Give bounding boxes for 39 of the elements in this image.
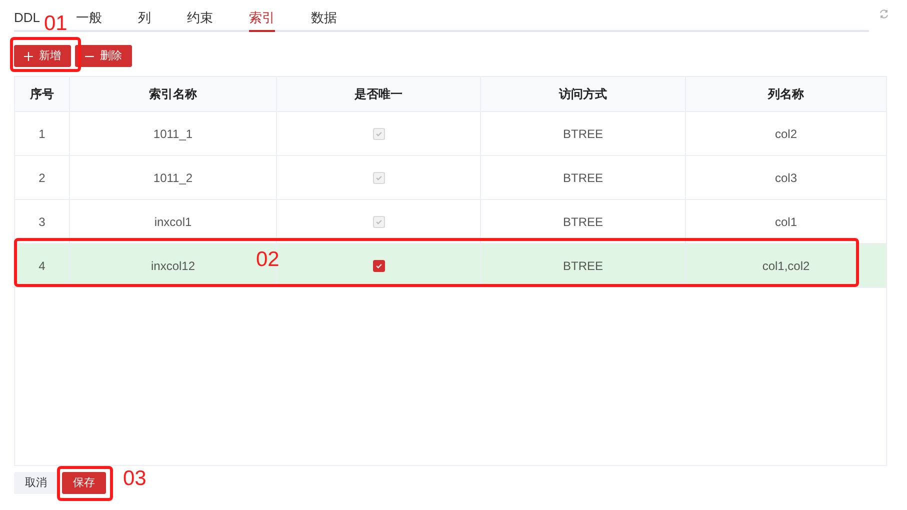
highlight-frame [10,37,81,72]
cancel-button[interactable]: 取消 [14,472,58,494]
tab[interactable]: 索引 [249,10,276,32]
highlight-frame [57,466,113,501]
table-cell-text: 1011_2 [153,170,193,186]
check-icon [374,262,382,270]
table-cell-text: 2 [38,170,46,186]
table-cell-text: inxcol1 [154,214,192,230]
table-cell-text: col2 [774,126,797,142]
tab[interactable]: 数据 [311,10,338,32]
table-cell-text: BTREE [562,258,603,274]
tab[interactable]: DDL [14,10,40,32]
delete-button[interactable]: 删除 [75,45,132,67]
plus-icon [24,52,33,60]
table-cell-text: BTREE [562,126,603,142]
unique-checkbox[interactable] [372,260,384,272]
column-header: 是否唯一 [354,86,402,103]
table-cell-text: col1 [774,214,797,230]
column-header: 索引名称 [149,86,197,103]
table-cell-text: col1,col2 [762,258,810,274]
table-cell-text: 3 [38,214,46,230]
tab[interactable]: 约束 [187,10,214,32]
save-button[interactable]: 保存 [62,472,106,494]
table-cell-text: BTREE [562,214,603,230]
tab[interactable]: 一般 [76,10,102,32]
callout-label: 02 [256,248,280,272]
column-header: 序号 [30,86,54,103]
tab[interactable]: 列 [138,10,152,32]
add-button[interactable]: 新增 [14,45,71,67]
table-cell-text: inxcol12 [150,258,196,274]
column-header: 列名称 [768,86,804,103]
column-header: 访问方式 [559,86,607,103]
table-cell-text: col3 [774,170,797,186]
table-cell-text: 1011_1 [153,126,193,142]
table-cell-text: 1 [38,126,46,142]
callout-label: 03 [123,467,146,491]
table-cell-text: BTREE [562,170,603,186]
callout-label: 01 [44,12,68,36]
table-cell-text: 4 [38,258,46,274]
